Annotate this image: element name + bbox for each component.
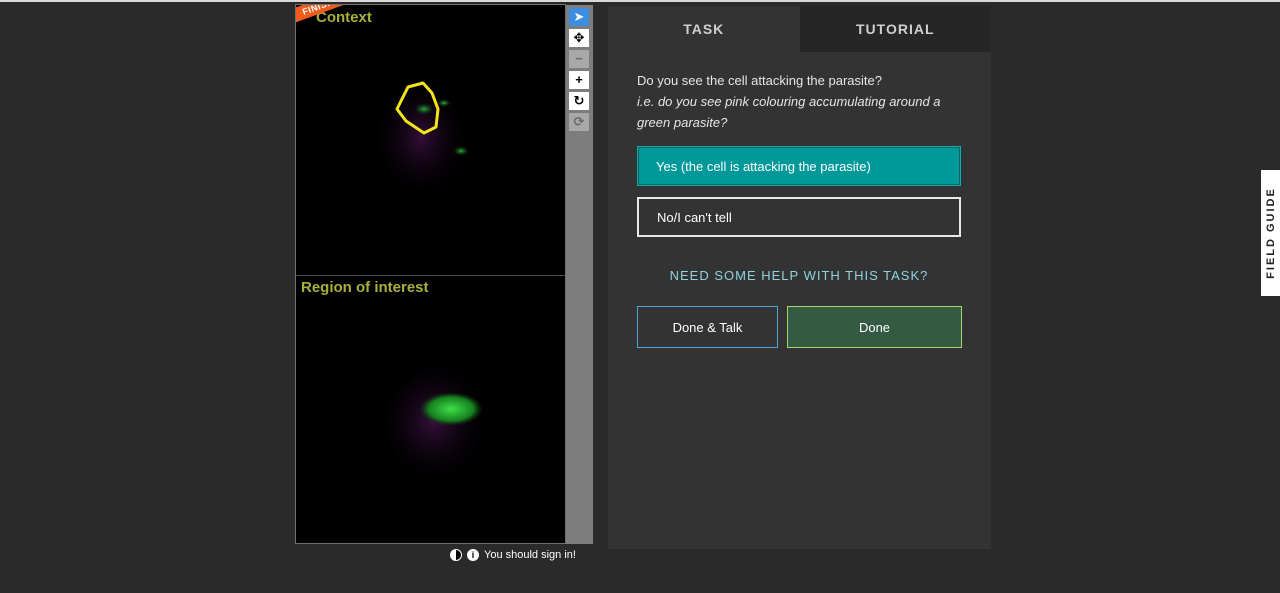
question-subtext: i.e. do you see pink colouring accumulat… — [637, 94, 941, 130]
done-and-talk-button[interactable]: Done & Talk — [637, 306, 778, 348]
rotate-icon[interactable]: ↻ — [569, 92, 589, 110]
context-image — [371, 75, 471, 200]
answer-no-button[interactable]: No/I can't tell — [637, 197, 961, 237]
pointer-icon[interactable]: ➤ — [569, 8, 589, 26]
region-frame[interactable]: Region of interest — [296, 275, 565, 543]
help-link[interactable]: NEED SOME HELP WITH THIS TASK? — [637, 268, 961, 283]
zoom-in-icon[interactable]: + — [569, 71, 589, 89]
zoom-out-icon[interactable]: − — [569, 50, 589, 68]
signin-notice: i You should sign in! — [450, 546, 576, 564]
signin-text[interactable]: You should sign in! — [484, 549, 576, 561]
image-viewer[interactable]: Context FINISHED! Region of interest — [295, 4, 566, 544]
task-question: Do you see the cell attacking the parasi… — [637, 70, 957, 133]
viewer-toolbar: ➤ ✥ − + ↻ ⟳ — [566, 5, 593, 544]
tab-tutorial[interactable]: TUTORIAL — [799, 6, 991, 52]
reset-icon[interactable]: ⟳ — [569, 113, 589, 131]
field-guide-tab[interactable]: FIELD GUIDE — [1261, 170, 1280, 296]
answer-yes-button[interactable]: Yes (the cell is attacking the parasite) — [637, 146, 961, 186]
task-panel: TASK TUTORIAL Do you see the cell attack… — [608, 6, 991, 549]
contrast-icon[interactable] — [450, 549, 462, 561]
info-icon[interactable]: i — [467, 549, 479, 561]
done-button[interactable]: Done — [787, 306, 962, 348]
context-frame[interactable]: Context FINISHED! — [296, 5, 565, 274]
panel-tabs: TASK TUTORIAL — [608, 6, 991, 52]
region-label: Region of interest — [301, 279, 429, 296]
top-border — [0, 0, 1280, 2]
question-text: Do you see the cell attacking the parasi… — [637, 73, 882, 88]
region-image — [376, 356, 491, 486]
pan-icon[interactable]: ✥ — [569, 29, 589, 47]
tab-task[interactable]: TASK — [608, 6, 800, 52]
field-guide-label: FIELD GUIDE — [1264, 187, 1277, 279]
